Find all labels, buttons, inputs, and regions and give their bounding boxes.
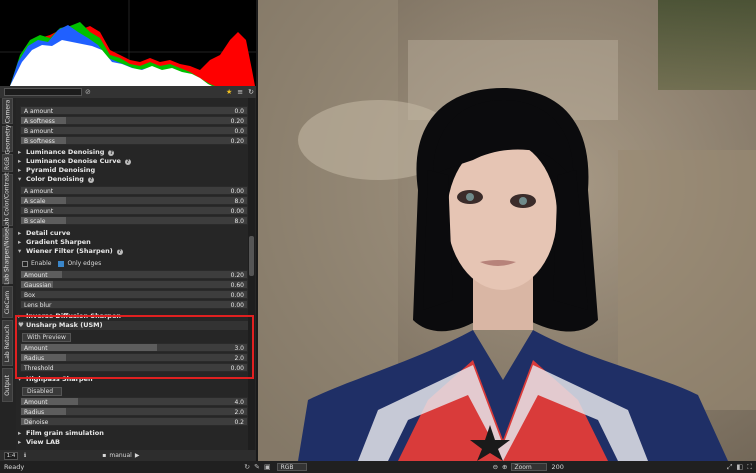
section-highpass-sharpen[interactable]: ▾ Highpass Sharpen — [18, 375, 250, 384]
lock-icon[interactable]: ▣ — [264, 463, 271, 471]
expand-arrow-icon: ▸ — [18, 157, 22, 165]
zoom-in-icon[interactable]: ⊕ — [502, 463, 507, 471]
search-bar: ⊘ ★ ≡ ↻ — [0, 86, 258, 98]
slider-highpass-denoise[interactable]: Denoise 0.2 — [20, 417, 248, 426]
slider-wiener-box[interactable]: Box 0.00 — [20, 290, 248, 299]
slider-b-amount[interactable]: B amount 0.0 — [20, 126, 248, 135]
status-text: Ready — [4, 463, 25, 471]
slider-usm-radius[interactable]: Radius 2.0 — [20, 353, 248, 362]
tab-camera[interactable]: Camera — [2, 98, 13, 124]
reset-icon[interactable]: ↻ — [248, 88, 254, 96]
expand-arrow-icon: ▸ — [18, 312, 22, 320]
section-inverse-diffusion-sharpen[interactable]: ▸ Inverse Diffusion Sharpen — [18, 312, 250, 321]
tab-lab-retouch[interactable]: Lab Retouch — [2, 320, 13, 366]
slider-color-a-scale[interactable]: A scale 8.0 — [20, 196, 248, 205]
slider-a-softness[interactable]: A softness 0.20 — [20, 116, 248, 125]
scroll-thumb[interactable] — [249, 236, 254, 276]
expand-arrow-icon: ▸ — [18, 438, 22, 446]
portrait-photo — [258, 0, 756, 461]
panel-bottom-bar: 1:4 ℹ ▪ manual ▶ — [0, 450, 258, 461]
slider-highpass-amount[interactable]: Amount 4.0 — [20, 397, 248, 406]
section-detail-curve[interactable]: ▸ Detail curve — [18, 229, 250, 238]
status-bar: Ready ↻ ✎ ▣ RGB ⊖ ⊕ Zoom 200 ⤢ ◧ ⛶ — [0, 461, 756, 473]
refresh-icon[interactable]: ↻ — [244, 463, 250, 471]
collapse-arrow-icon: ▾ — [18, 247, 22, 255]
section-luminance-denoise-curve[interactable]: ▸ Luminance Denoise Curve? — [18, 157, 250, 166]
highpass-mode-dropdown[interactable]: Disabled — [22, 387, 62, 396]
fit-icon[interactable]: ⤢ — [727, 463, 733, 472]
zoom-out-icon[interactable]: ⊖ — [493, 463, 498, 471]
tab-lab-color-contrast[interactable]: Lab Color/Contrast — [2, 172, 13, 228]
tool-tabs: Camera Geometry RGB Lab Color/Contrast L… — [0, 98, 16, 460]
expand-arrow-icon: ▸ — [18, 238, 22, 246]
expand-arrow-icon: ▸ — [18, 229, 22, 237]
section-film-grain[interactable]: ▸ Film grain simulation — [18, 429, 250, 438]
section-luminance-denoising[interactable]: ▸ Luminance Denoising? — [18, 148, 250, 157]
collapse-arrow-icon: ▾ — [18, 175, 22, 183]
zoom-controls: ⊖ ⊕ Zoom 200 — [493, 463, 564, 471]
tab-ciecam[interactable]: CieCam — [2, 286, 13, 318]
tab-output[interactable]: Output — [2, 368, 13, 402]
clear-search-icon[interactable]: ⊘ — [85, 88, 91, 96]
enable-checkbox[interactable] — [22, 260, 28, 267]
status-icons: ↻ ✎ ▣ — [244, 463, 270, 471]
help-icon[interactable]: ? — [116, 249, 123, 255]
slider-color-a-amount[interactable]: A amount 0.00 — [20, 186, 248, 195]
only-edges-checkbox[interactable] — [58, 260, 65, 267]
view-icons: ⤢ ◧ ⛶ — [727, 463, 752, 472]
section-pyramid-denoising[interactable]: ▸ Pyramid Denoising — [18, 166, 250, 175]
slider-color-b-scale[interactable]: B scale 8.0 — [20, 216, 248, 225]
mode-selector[interactable]: ▪ manual ▶ — [102, 452, 139, 459]
info-icon[interactable]: ℹ — [24, 452, 26, 459]
panel-scrollbar[interactable] — [248, 98, 255, 460]
zoom-label[interactable]: Zoom — [511, 463, 548, 471]
tab-lab-sharpen-noise[interactable]: Lab Sharpen/Noise — [2, 228, 13, 284]
play-icon: ▶ — [134, 452, 140, 459]
enabled-shield-icon[interactable]: ♥ — [18, 321, 26, 330]
histogram — [0, 0, 258, 86]
expand-arrow-icon: ▸ — [18, 429, 22, 437]
tab-rgb[interactable]: RGB — [2, 154, 13, 172]
search-input[interactable] — [4, 88, 82, 96]
section-wiener-filter[interactable]: ▾ Wiener Filter (Sharpen)? — [18, 247, 250, 256]
slider-color-b-amount[interactable]: B amount 0.00 — [20, 206, 248, 215]
slider-a-amount[interactable]: A amount 0.0 — [20, 106, 248, 115]
expand-arrow-icon: ▸ — [18, 148, 22, 156]
help-icon[interactable]: ? — [108, 150, 115, 156]
wiener-options: Enable Only edges — [22, 259, 101, 268]
zoom-value: 200 — [551, 463, 564, 471]
with-preview-button[interactable]: With Preview — [22, 333, 71, 342]
histogram-graph — [0, 0, 258, 86]
slider-highpass-radius[interactable]: Radius 2.0 — [20, 407, 248, 416]
slider-usm-amount[interactable]: Amount 3.0 — [20, 343, 248, 352]
favorites-star-icon[interactable]: ★ — [226, 88, 232, 96]
slider-wiener-amount[interactable]: Amount 0.20 — [20, 270, 248, 279]
section-color-denoising[interactable]: ▾ Color Denoising? — [18, 175, 250, 184]
thumb-zoom-input[interactable]: 1:4 — [4, 451, 18, 460]
menu-icon[interactable]: ≡ — [237, 88, 243, 96]
expand-arrow-icon: ▸ — [18, 166, 22, 174]
slider-b-softness[interactable]: B softness 0.20 — [20, 136, 248, 145]
color-mode-selector[interactable]: RGB — [276, 463, 307, 471]
slider-usm-threshold[interactable]: Threshold 0.00 — [20, 363, 248, 372]
tool-panel: A amount 0.0 A softness 0.20 B amount 0.… — [16, 98, 256, 460]
tab-geometry[interactable]: Geometry — [2, 124, 13, 154]
section-gradient-sharpen[interactable]: ▸ Gradient Sharpen — [18, 238, 250, 247]
tools-icon[interactable]: ✎ — [254, 463, 260, 471]
compare-icon[interactable]: ◧ — [736, 463, 743, 472]
fullscreen-icon[interactable]: ⛶ — [747, 463, 752, 472]
mode-icon: ▪ — [102, 452, 107, 459]
panel-toolbar: ★ ≡ ↻ — [226, 88, 254, 96]
slider-wiener-lens-blur[interactable]: Lens blur 0.00 — [20, 300, 248, 309]
section-view-lab[interactable]: ▸ View LAB — [18, 438, 250, 447]
image-preview[interactable] — [258, 0, 756, 461]
help-icon[interactable]: ? — [87, 177, 94, 183]
section-unsharp-mask[interactable]: ♥ Unsharp Mask (USM) — [18, 321, 250, 330]
collapse-arrow-icon: ▾ — [18, 375, 22, 383]
slider-wiener-gaussian[interactable]: Gaussian 0.60 — [20, 280, 248, 289]
help-icon[interactable]: ? — [124, 159, 131, 165]
